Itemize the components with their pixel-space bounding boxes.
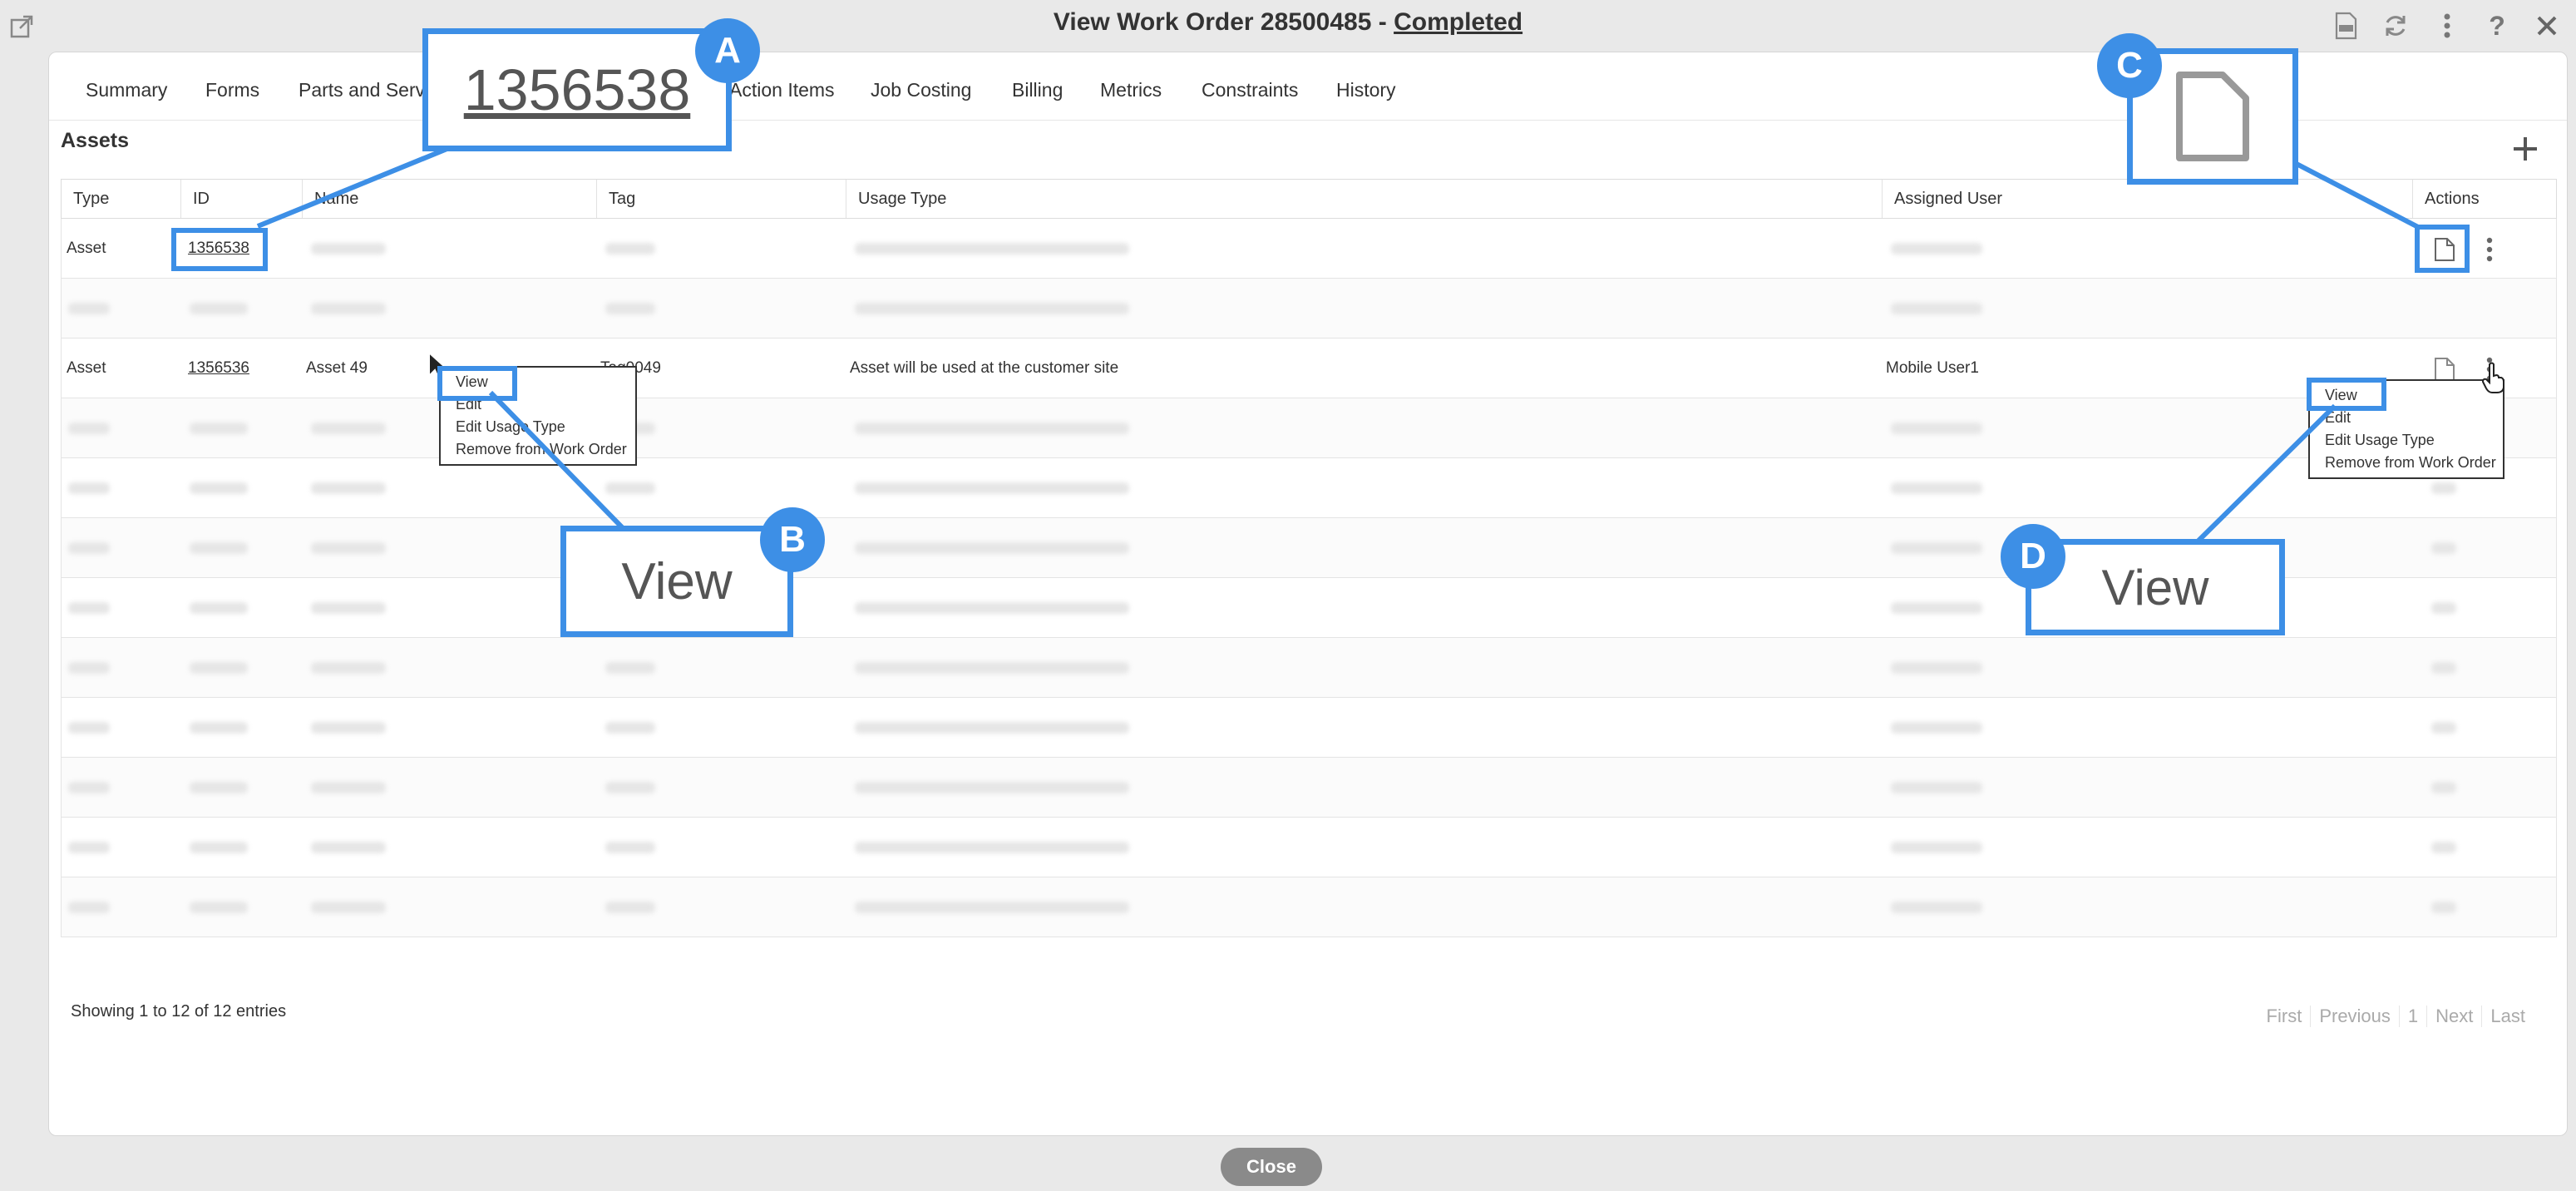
window-title: View Work Order 28500485 - Completed	[0, 8, 2576, 37]
table-row: Asset 1356538	[61, 219, 2557, 279]
cell-assigned-user: Mobile User1	[1886, 359, 1979, 377]
cell-name: Asset 49	[306, 359, 368, 377]
callout-b-badge: B	[760, 507, 825, 572]
row-menu-icon[interactable]	[2483, 237, 2496, 262]
cell-type: Asset	[67, 240, 106, 257]
hand-cursor-icon	[2481, 362, 2504, 393]
menu-item-edit-usage-type[interactable]: Edit Usage Type	[2310, 429, 2503, 452]
tab-metrics[interactable]: Metrics	[1100, 79, 1162, 101]
table-row	[61, 818, 2557, 877]
pager-page-1[interactable]: 1	[2398, 1006, 2426, 1027]
pagination: First Previous 1 Next Last	[2258, 1006, 2534, 1027]
tab-job-costing[interactable]: Job Costing	[871, 79, 971, 101]
entries-info: Showing 1 to 12 of 12 entries	[71, 1002, 287, 1021]
section-title: Assets	[61, 129, 129, 152]
header-name[interactable]: Name	[303, 180, 597, 218]
menu-item-edit-usage-type[interactable]: Edit Usage Type	[441, 416, 635, 438]
header-tag[interactable]: Tag	[597, 180, 846, 218]
close-button[interactable]: Close	[1221, 1148, 1322, 1186]
table-row	[61, 877, 2557, 937]
blurred-tag	[605, 243, 655, 255]
callout-b-box: View	[560, 526, 793, 637]
blurred-user	[1891, 243, 1982, 255]
tab-constraints[interactable]: Constraints	[1202, 79, 1298, 101]
document-icon[interactable]	[2433, 357, 2456, 382]
pager-first[interactable]: First	[2258, 1006, 2311, 1027]
header-usage-type[interactable]: Usage Type	[846, 180, 1883, 218]
header-id[interactable]: ID	[181, 180, 303, 218]
help-icon[interactable]: ?	[2481, 10, 2513, 42]
highlight-document-icon	[2415, 225, 2470, 273]
more-vertical-icon[interactable]	[2431, 10, 2463, 42]
tab-action-items[interactable]: Action Items	[729, 79, 835, 101]
pager-next[interactable]: Next	[2426, 1006, 2481, 1027]
header-actions: Actions	[2425, 190, 2480, 208]
table-row	[61, 638, 2557, 698]
tab-forms[interactable]: Forms	[205, 79, 259, 101]
table-row	[61, 279, 2557, 339]
tab-history[interactable]: History	[1336, 79, 1396, 101]
blurred-usage	[855, 243, 1129, 255]
menu-item-remove[interactable]: Remove from Work Order	[2310, 452, 2503, 474]
callout-c-badge: C	[2097, 33, 2162, 98]
table-row	[61, 698, 2557, 758]
table-row	[61, 758, 2557, 818]
refresh-icon[interactable]	[2380, 10, 2411, 42]
table-row	[61, 398, 2557, 458]
header-assigned-user[interactable]: Assigned User	[1883, 180, 2413, 218]
title-separator: -	[1378, 8, 1387, 36]
blurred-name	[311, 243, 386, 255]
asset-id-link[interactable]: 1356536	[188, 359, 249, 377]
callout-a-badge: A	[695, 18, 760, 83]
menu-item-remove[interactable]: Remove from Work Order	[441, 438, 635, 461]
table-header: Type ID Name Tag Usage Type Assigned Use…	[61, 179, 2557, 219]
highlight-view-item	[437, 366, 517, 401]
pager-previous[interactable]: Previous	[2310, 1006, 2399, 1027]
order-number: 28500485	[1260, 8, 1372, 36]
callout-a-box: 1356538	[422, 28, 732, 151]
add-asset-button[interactable]	[2509, 132, 2542, 166]
document-icon	[2176, 72, 2249, 161]
pager-last[interactable]: Last	[2481, 1006, 2534, 1027]
title-prefix: View Work Order	[1053, 8, 1254, 36]
tab-summary[interactable]: Summary	[86, 79, 167, 101]
close-icon[interactable]	[2531, 10, 2563, 42]
highlight-actions-view-item	[2307, 378, 2386, 411]
pdf-icon[interactable]	[2330, 10, 2361, 42]
highlight-asset-id	[171, 228, 268, 271]
header-type[interactable]: Type	[62, 180, 181, 218]
table-row	[61, 458, 2557, 518]
tab-parts-and-services[interactable]: Parts and Servi	[299, 79, 429, 101]
tab-billing[interactable]: Billing	[1012, 79, 1063, 101]
cell-type: Asset	[67, 359, 106, 377]
status-link[interactable]: Completed	[1394, 8, 1522, 36]
cell-id[interactable]: 1356536	[188, 339, 249, 398]
window-header: View Work Order 28500485 - Completed ?	[0, 0, 2576, 50]
cell-usage-type: Asset will be used at the customer site	[850, 359, 1119, 377]
callout-d-badge: D	[2001, 524, 2065, 589]
